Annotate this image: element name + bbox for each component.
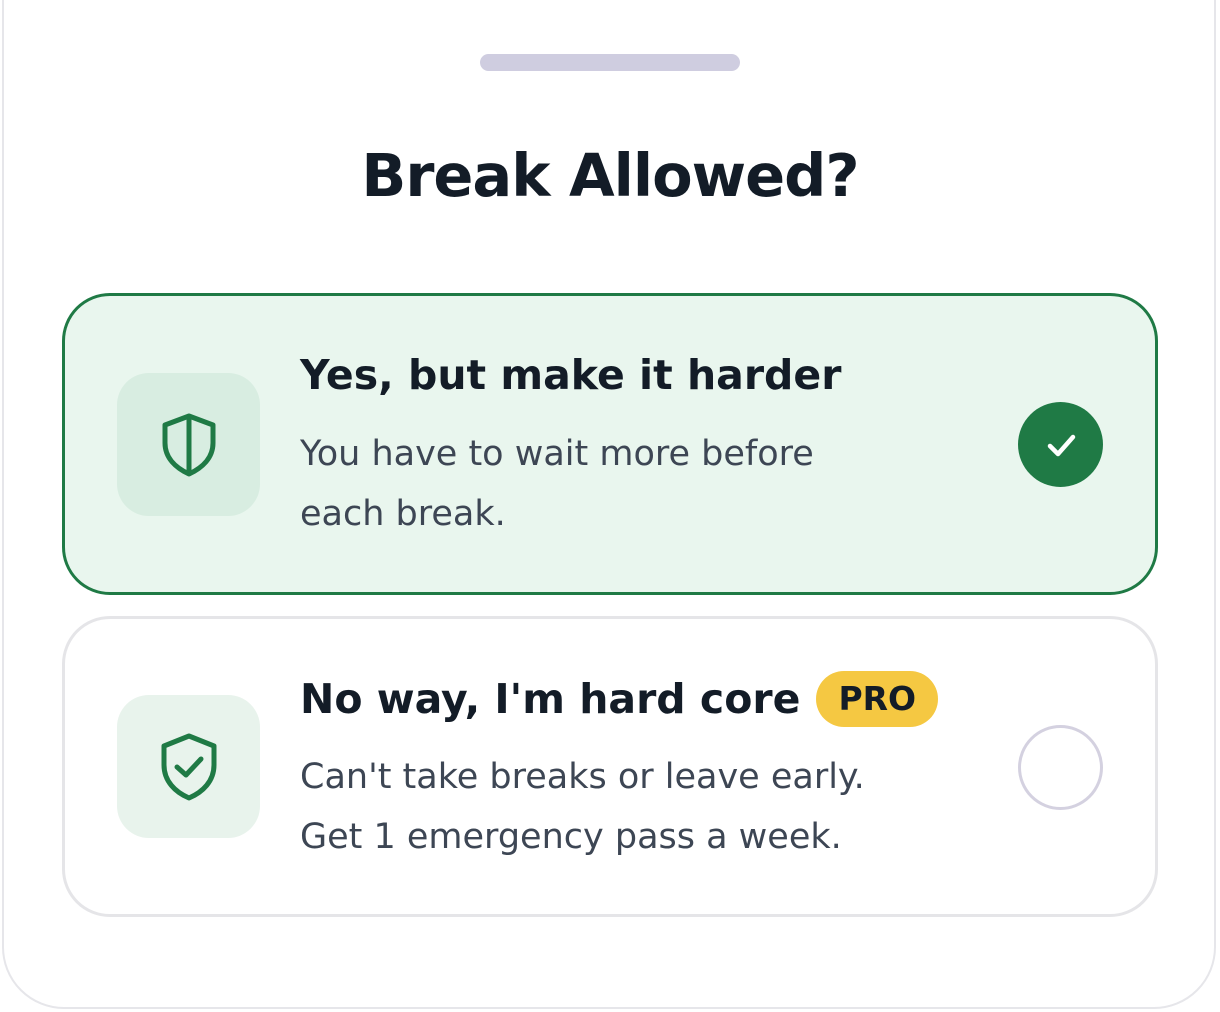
drag-handle[interactable] [480,54,740,71]
pro-badge: PRO [816,671,939,727]
unselected-radio[interactable] [1018,725,1103,810]
option-title: No way, I'm hard core PRO [300,671,939,727]
option-title-text: No way, I'm hard core [300,675,801,723]
option-icon-tile [117,373,260,516]
option-hard-core[interactable]: No way, I'm hard core PRO Can't take bre… [62,616,1158,917]
option-make-it-harder[interactable]: Yes, but make it harder You have to wait… [62,293,1158,595]
checkmark-icon [1047,434,1075,456]
option-description: Can't take breaks or leave early. Get 1 … [300,747,940,867]
option-description-line: each break. [300,494,506,534]
shield-check-icon [161,733,216,800]
option-description-line: Get 1 emergency pass a week. [300,817,842,857]
option-icon-tile [117,695,260,838]
sheet-title: Break Allowed? [361,141,859,210]
selected-radio[interactable] [1018,402,1103,487]
option-description: You have to wait more before each break. [300,424,940,544]
shield-icon [162,413,215,476]
option-description-line: Can't take breaks or leave early. [300,757,865,797]
option-description-line: You have to wait more before [300,434,814,474]
option-title: Yes, but make it harder [300,351,842,399]
